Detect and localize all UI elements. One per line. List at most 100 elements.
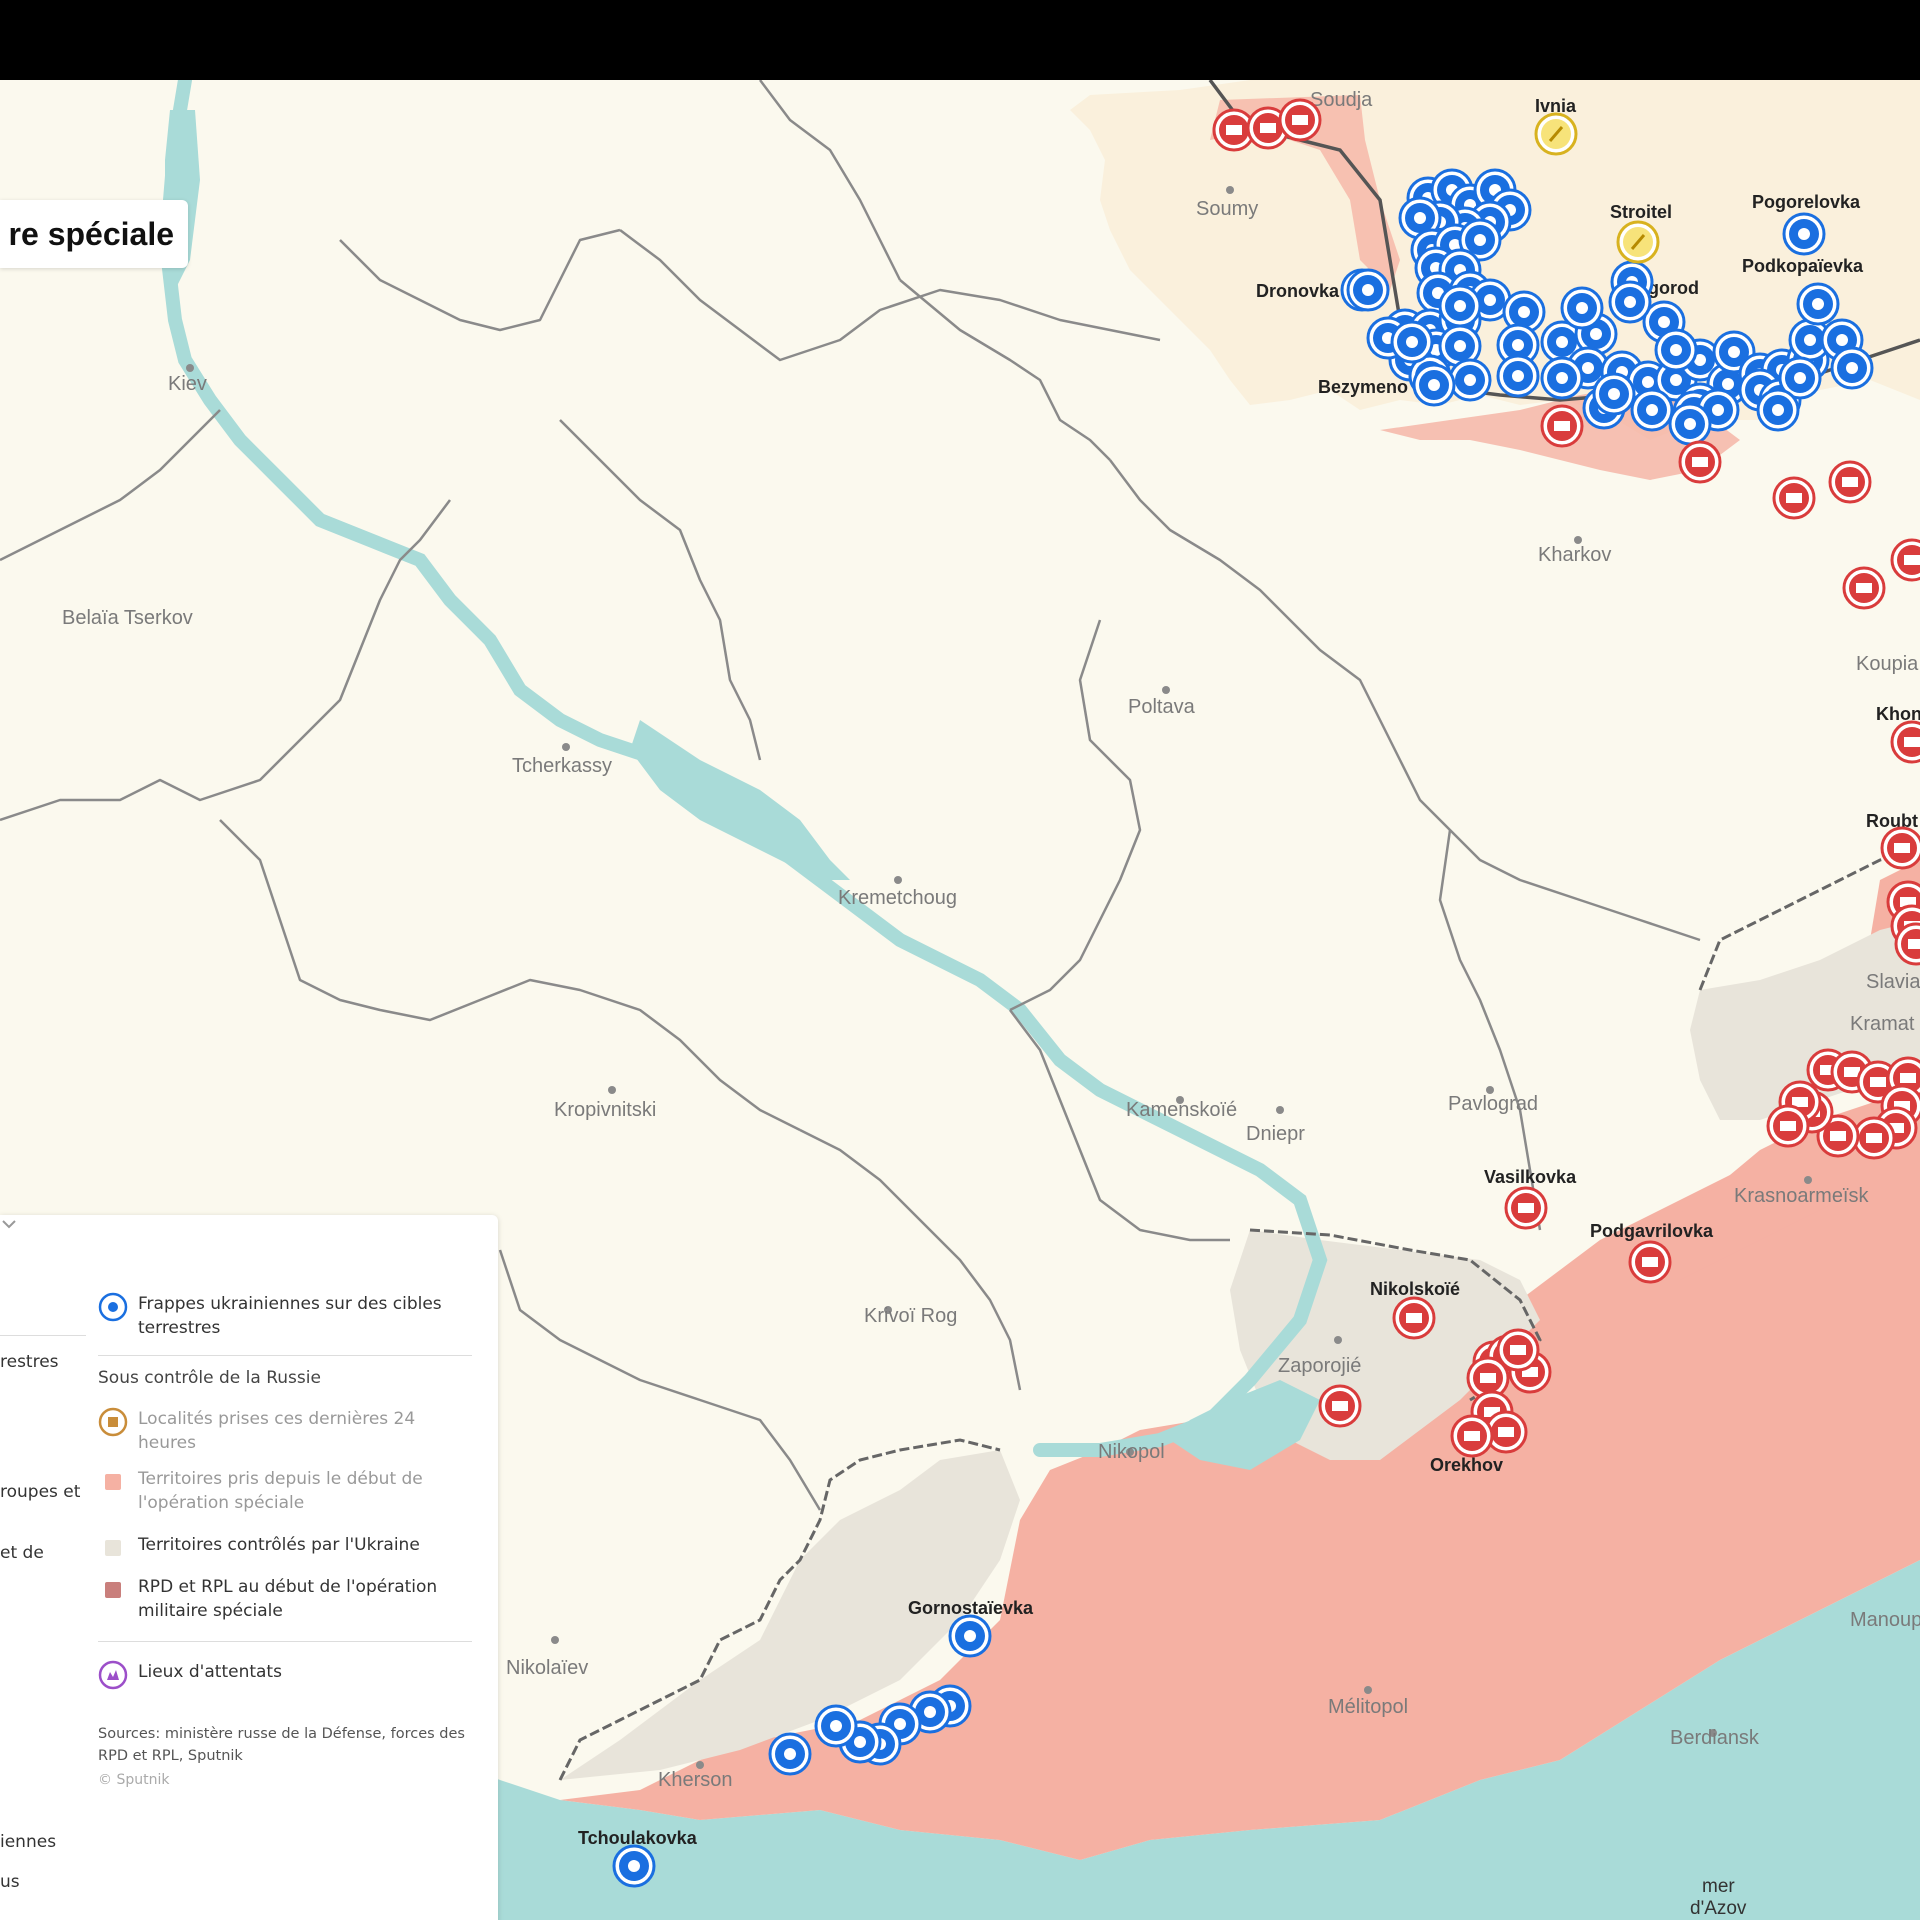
legend-separator-2 <box>98 1641 472 1642</box>
supply-strike-marker-icon[interactable] <box>1318 1384 1362 1428</box>
city-label-kramat: Kramat <box>1850 1013 1915 1035</box>
city-label-slavia: Slavia <box>1866 971 1920 993</box>
city-label-kamenskoie: Kamenskoïé <box>1126 1099 1237 1121</box>
taken-locality-marker-icon[interactable] <box>1616 220 1660 264</box>
ukraine-controlled-swatch <box>105 1540 121 1556</box>
strike-marker-icon[interactable] <box>1608 280 1652 324</box>
strike-marker-icon[interactable] <box>1782 212 1826 256</box>
supply-strike-marker-icon[interactable] <box>1890 720 1920 764</box>
taken-24h-icon <box>98 1407 128 1437</box>
legend-label-attacks: Lieux d'attentats <box>138 1662 282 1682</box>
strike-marker-icon[interactable] <box>1346 268 1390 312</box>
supply-strike-marker-icon[interactable] <box>1540 404 1584 448</box>
strike-marker-icon[interactable] <box>1438 284 1482 328</box>
strike-marker-icon[interactable] <box>1412 363 1456 407</box>
city-label-melitopol: Mélitopol <box>1328 1696 1408 1718</box>
city-label-koupia: Koupia <box>1856 653 1919 675</box>
legend-panel: restres roupes et et de iennes us Frappe… <box>0 1215 498 1920</box>
town-label-bezymeno: Bezymeno <box>1318 377 1408 397</box>
city-label-pavlograd: Pavlograd <box>1448 1093 1538 1115</box>
supply-strike-marker-icon[interactable] <box>1890 538 1920 582</box>
strike-marker-icon[interactable] <box>612 1844 656 1888</box>
supply-strike-marker-icon[interactable] <box>1678 440 1722 484</box>
legend-item-strikes: Frappes ukrainiennes sur des cibles terr… <box>98 1292 458 1340</box>
strike-marker-icon[interactable] <box>768 1732 812 1776</box>
supply-strike-marker-icon[interactable] <box>1450 1414 1494 1458</box>
map-title-box: re spéciale <box>0 200 188 268</box>
legend-label-strikes: Frappes ukrainiennes sur des cibles terr… <box>138 1294 442 1338</box>
strike-marker-icon[interactable] <box>1560 286 1604 330</box>
town-label-dronovka: Dronovka <box>1256 281 1340 301</box>
city-label-dniepr: Dniepr <box>1246 1123 1305 1145</box>
strike-marker-icon[interactable] <box>1796 282 1840 326</box>
strike-marker-icon[interactable] <box>1830 346 1874 390</box>
strike-marker-icon[interactable] <box>1592 372 1636 416</box>
screenshot-frame: Kiev Belaïa Tserkov Tcherkassy Poltava K… <box>0 0 1920 1920</box>
strike-icon <box>98 1292 128 1322</box>
city-label-kremetchoug: Kremetchoug <box>838 887 957 909</box>
strike-marker-icon[interactable] <box>948 1614 992 1658</box>
town-label-soudja: Soudja <box>1310 89 1373 111</box>
strike-marker-icon[interactable] <box>1448 358 1492 402</box>
supply-strike-marker-icon[interactable] <box>1852 1116 1896 1160</box>
city-label-belaia-tserkov: Belaïa Tserkov <box>62 607 193 629</box>
supply-strike-marker-icon[interactable] <box>1504 1186 1548 1230</box>
strike-marker-icon[interactable] <box>1496 354 1540 398</box>
strike-marker-icon[interactable] <box>1668 402 1712 446</box>
legend-item-attacks: Lieux d'attentats <box>98 1660 458 1690</box>
taken-locality-marker-icon[interactable] <box>1534 112 1578 156</box>
town-label-podkopaievka: Podkopaïevka <box>1742 256 1864 276</box>
chevron-down-icon[interactable] <box>0 1215 18 1233</box>
map-title: re spéciale <box>8 215 174 252</box>
town-label-vasilkovka: Vasilkovka <box>1484 1167 1577 1187</box>
strike-marker-icon[interactable] <box>1390 320 1434 364</box>
supply-strike-marker-icon[interactable] <box>1772 476 1816 520</box>
city-label-kropivnitski: Kropivnitski <box>554 1099 656 1121</box>
city-label-nikopol: Nikopol <box>1098 1441 1165 1463</box>
legend-left-fragment-4: iennes <box>0 1832 57 1852</box>
supply-strike-marker-icon[interactable] <box>1880 826 1920 870</box>
town-label-podgavrilovka: Podgavrilovka <box>1590 1221 1714 1241</box>
attack-icon <box>98 1660 128 1690</box>
supply-strike-marker-icon[interactable] <box>1766 1104 1810 1148</box>
sea-label-line2: d'Azov <box>1690 1898 1747 1919</box>
legend-label-rpd-rpl: RPD et RPL au début de l'opération milit… <box>138 1577 438 1621</box>
city-label-berdiansk: Berdiansk <box>1670 1727 1760 1749</box>
legend-item-taken-24h: Localités prises ces dernières 24 heures <box>98 1407 458 1455</box>
supply-strike-marker-icon[interactable] <box>1392 1296 1436 1340</box>
city-label-manoup: Manoup <box>1850 1609 1920 1631</box>
supply-strike-marker-icon[interactable] <box>1842 566 1886 610</box>
city-label-krasnoarmeisk: Krasnoarmeïsk <box>1734 1185 1869 1207</box>
city-label-krivoi-rog: Krivoï Rog <box>864 1305 957 1327</box>
city-label-tcherkassy: Tcherkassy <box>512 755 612 777</box>
top-black-bar <box>0 0 1920 80</box>
city-label-nikolaiev: Nikolaïev <box>506 1657 588 1679</box>
legend-left-separator <box>0 1335 86 1336</box>
supply-strike-marker-icon[interactable] <box>1278 98 1322 142</box>
rpd-rpl-swatch <box>105 1582 121 1598</box>
strike-marker-icon[interactable] <box>1540 356 1584 400</box>
supply-strike-marker-icon[interactable] <box>1628 1240 1672 1284</box>
strike-marker-icon[interactable] <box>814 1704 858 1748</box>
city-label-kiev: Kiev <box>168 373 207 395</box>
city-label-soumy: Soumy <box>1196 198 1258 220</box>
city-label-zaporojie: Zaporojié <box>1278 1355 1361 1377</box>
legend-copyright: © Sputnik <box>98 1772 170 1788</box>
legend-sources: Sources: ministère russe de la Défense, … <box>98 1726 465 1764</box>
supply-strike-marker-icon[interactable] <box>1828 460 1872 504</box>
strike-marker-icon[interactable] <box>1756 388 1800 432</box>
town-label-roubt: Roubt <box>1866 811 1918 831</box>
city-label-poltava: Poltava <box>1128 696 1196 718</box>
city-label-kharkov: Kharkov <box>1538 544 1611 566</box>
town-label-orekhov: Orekhov <box>1430 1455 1503 1475</box>
strike-marker-icon[interactable] <box>1654 328 1698 372</box>
map-view[interactable]: Kiev Belaïa Tserkov Tcherkassy Poltava K… <box>0 80 1920 1920</box>
legend-item-rpd-rpl: RPD et RPL au début de l'opération milit… <box>98 1575 458 1623</box>
legend-label-ukraine-controlled: Territoires contrôlés par l'Ukraine <box>138 1535 420 1555</box>
town-label-pogorelovka: Pogorelovka <box>1752 192 1861 212</box>
legend-separator-1 <box>98 1355 472 1356</box>
legend-item-taken-since-start: Territoires pris depuis le début de l'op… <box>98 1467 458 1515</box>
legend-left-fragment-1: restres <box>0 1352 59 1372</box>
strike-marker-icon[interactable] <box>1630 388 1674 432</box>
legend-label-taken-24h: Localités prises ces dernières 24 heures <box>138 1409 416 1453</box>
